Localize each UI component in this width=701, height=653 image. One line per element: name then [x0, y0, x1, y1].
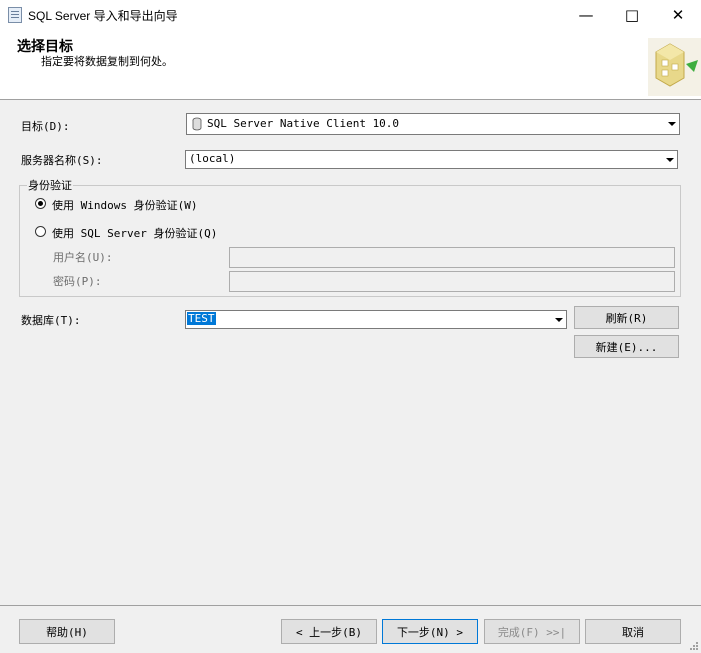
wizard-logo-icon	[648, 38, 701, 96]
finish-button[interactable]: 完成(F) >>|	[484, 619, 580, 644]
wizard-header: 选择目标 指定要将数据复制到何处。	[0, 30, 701, 100]
cancel-button[interactable]: 取消	[585, 619, 681, 644]
server-name-label: 服务器名称(S):	[21, 154, 103, 167]
database-value: TEST	[187, 312, 216, 325]
chevron-down-icon[interactable]	[665, 115, 678, 133]
refresh-button[interactable]: 刷新(R)	[574, 306, 679, 329]
password-input[interactable]	[229, 271, 675, 292]
password-label: 密码(P):	[53, 275, 102, 288]
chevron-down-icon[interactable]	[552, 312, 565, 327]
database-icon	[192, 117, 202, 131]
wizard-app-icon	[8, 7, 22, 23]
new-database-button[interactable]: 新建(E)...	[574, 335, 679, 358]
destination-select[interactable]: SQL Server Native Client 10.0	[186, 113, 680, 135]
server-name-value: (local)	[189, 152, 236, 165]
sql-auth-label[interactable]: 使用 SQL Server 身份验证(Q)	[52, 225, 217, 241]
destination-value: SQL Server Native Client 10.0	[207, 117, 400, 130]
chevron-down-icon[interactable]	[663, 152, 676, 167]
maximize-icon[interactable]: □	[609, 0, 655, 30]
auth-group-label: 身份验证	[27, 177, 73, 193]
minimize-icon[interactable]: —	[563, 0, 609, 30]
windows-auth-label[interactable]: 使用 Windows 身份验证(W)	[52, 197, 197, 213]
title-bar: SQL Server 导入和导出向导 — □ ✕	[0, 0, 701, 30]
database-combo[interactable]: TEST	[185, 310, 567, 329]
sql-auth-radio[interactable]	[35, 226, 46, 237]
resize-grip-icon[interactable]	[688, 640, 699, 651]
help-button[interactable]: 帮助(H)	[19, 619, 115, 644]
database-label: 数据库(T):	[21, 314, 81, 327]
destination-label: 目标(D):	[21, 120, 70, 133]
page-subtitle: 指定要将数据复制到何处。	[41, 55, 173, 68]
footer-divider	[0, 605, 701, 606]
windows-auth-radio[interactable]	[35, 198, 46, 209]
back-button[interactable]: < 上一步(B)	[281, 619, 377, 644]
server-name-combo[interactable]: (local)	[185, 150, 678, 169]
username-input[interactable]	[229, 247, 675, 268]
username-label: 用户名(U):	[53, 251, 113, 264]
window-title: SQL Server 导入和导出向导	[28, 9, 178, 23]
close-icon[interactable]: ✕	[655, 0, 701, 30]
next-button[interactable]: 下一步(N) >	[382, 619, 478, 644]
